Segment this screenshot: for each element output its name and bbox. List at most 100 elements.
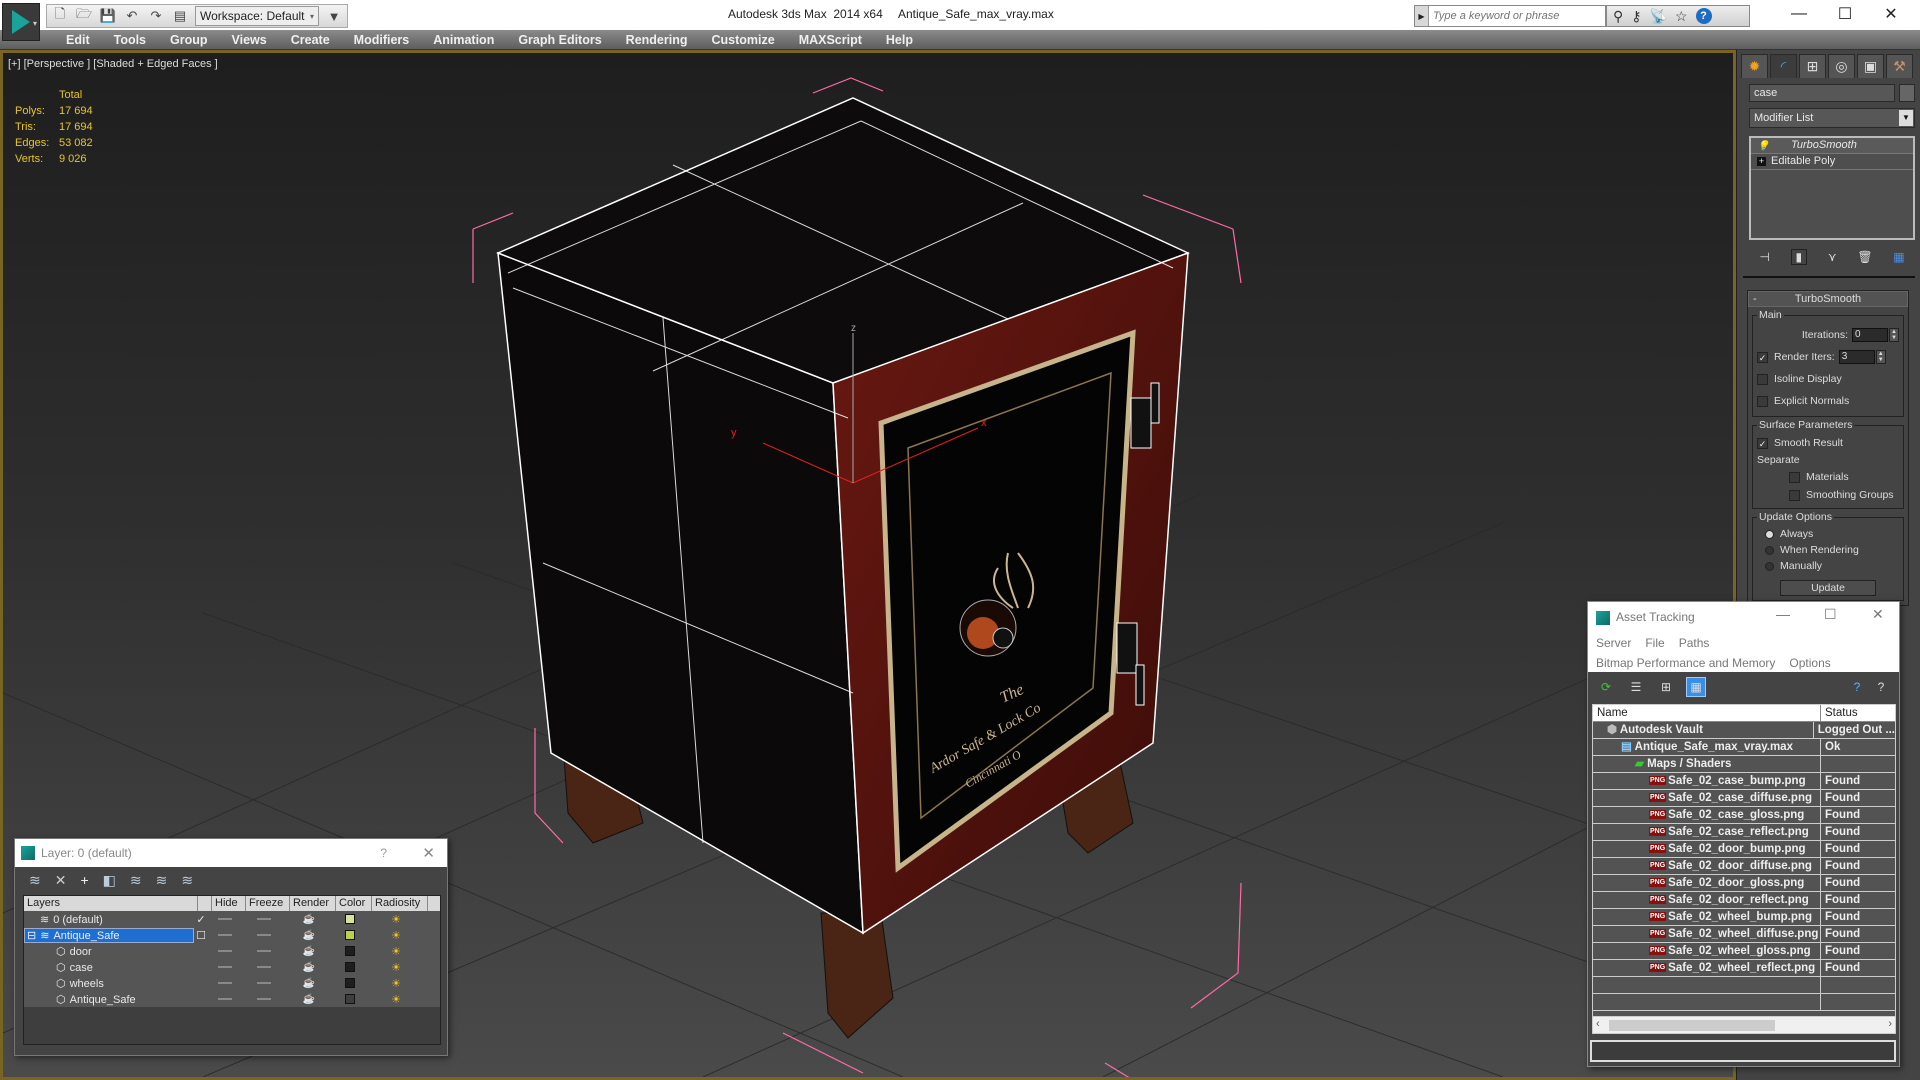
column-header[interactable]: Color — [336, 896, 372, 911]
layer-row[interactable]: ⬡ Antique_Safe ☕ ☀ — [24, 991, 440, 1007]
asset-row[interactable]: PNG Safe_02_wheel_gloss.png Found — [1593, 943, 1895, 960]
menu-maxscript[interactable]: MAXScript — [787, 32, 874, 48]
radiosity-toggle[interactable]: ☀ — [368, 977, 424, 990]
layer-row[interactable]: ⬡ door ☕ ☀ — [24, 943, 440, 959]
app-menu-button[interactable]: ▾ — [2, 3, 40, 41]
table-view-icon[interactable]: ▦ — [1686, 677, 1706, 697]
color-swatch[interactable] — [332, 913, 368, 925]
horizontal-scrollbar[interactable]: ‹ › — [1592, 1016, 1896, 1034]
stack-item-editable-poly[interactable]: + Editable Poly — [1751, 154, 1913, 170]
pin-stack-icon[interactable]: ⊣ — [1759, 250, 1769, 264]
hide-toggle[interactable] — [208, 993, 242, 1005]
layer-settings-icon[interactable]: ≋ — [181, 872, 193, 889]
asset-row[interactable]: PNG Safe_02_door_gloss.png Found — [1593, 875, 1895, 892]
maximize-button[interactable]: ☐ — [1822, 0, 1868, 28]
hide-toggle[interactable] — [208, 945, 242, 957]
tree-view-icon[interactable]: ⊞ — [1656, 677, 1676, 697]
always-radio[interactable] — [1765, 529, 1774, 539]
column-header[interactable]: Layers — [24, 896, 198, 911]
radiosity-toggle[interactable]: ☀ — [368, 961, 424, 974]
list-view-icon[interactable]: ☰ — [1626, 677, 1646, 697]
star-icon[interactable]: ☆ — [1675, 8, 1688, 25]
save-icon[interactable]: 💾 — [99, 7, 117, 25]
display-tab[interactable]: ▣ — [1857, 54, 1884, 78]
freeze-toggle[interactable] — [242, 929, 286, 941]
current-layer-toggle[interactable]: ☐ — [194, 929, 208, 942]
close-button[interactable]: ✕ — [422, 844, 435, 862]
customize-qat-icon[interactable]: ▼ — [325, 7, 343, 25]
select-objects-icon[interactable]: ◧ — [103, 872, 116, 889]
radiosity-toggle[interactable]: ☀ — [368, 945, 424, 958]
bulb-icon[interactable]: 💡 — [1757, 139, 1769, 154]
column-header-name[interactable]: Name — [1593, 705, 1821, 721]
render-iters-checkbox[interactable]: ✓ — [1757, 351, 1768, 363]
menu-create[interactable]: Create — [279, 32, 342, 48]
color-swatch[interactable] — [332, 929, 368, 941]
color-swatch[interactable] — [332, 945, 368, 957]
expand-search-icon[interactable]: ▶ — [1415, 6, 1429, 26]
layer-row[interactable]: ⊟ ≋ Antique_Safe ☐ ☕ ☀ — [24, 927, 440, 943]
render-toggle[interactable]: ☕ — [286, 961, 332, 973]
smooth-result-checkbox[interactable]: ✓ — [1757, 437, 1768, 449]
redo-icon[interactable]: ↷ — [147, 7, 165, 25]
manually-radio[interactable] — [1765, 561, 1774, 571]
menu-graph-editors[interactable]: Graph Editors — [506, 32, 613, 48]
layer-row[interactable]: ⬡ case ☕ ☀ — [24, 959, 440, 975]
menu-help[interactable]: Help — [874, 32, 925, 48]
new-file-icon[interactable]: 🗋 — [51, 6, 69, 25]
create-layer-icon[interactable]: ≋ — [29, 872, 41, 889]
layer-name-cell[interactable]: ⬡ door — [24, 945, 194, 958]
satellite-icon[interactable]: 📡 — [1650, 8, 1667, 25]
radiosity-toggle[interactable]: ☀ — [368, 929, 424, 942]
menu-paths[interactable]: Paths — [1679, 636, 1710, 650]
column-header[interactable]: Radiosity — [372, 896, 428, 911]
rollout-header[interactable]: - TurboSmooth — [1748, 291, 1908, 307]
add-to-layer-icon[interactable]: + — [80, 872, 88, 888]
menu-tools[interactable]: Tools — [102, 32, 158, 48]
column-header[interactable] — [198, 896, 212, 911]
viewport-label-menu[interactable]: [+] [Perspective ] [Shaded + Edged Faces… — [8, 58, 218, 70]
radiosity-toggle[interactable]: ☀ — [368, 913, 424, 926]
menu-rendering[interactable]: Rendering — [614, 32, 700, 48]
remove-modifier-icon[interactable]: 🗑 — [1857, 250, 1872, 264]
workspace-dropdown[interactable]: Workspace: Default ▾ — [195, 6, 319, 26]
layer-name-cell[interactable]: ⊟ ≋ Antique_Safe — [24, 927, 194, 943]
server-help-icon[interactable]: ? — [1847, 677, 1867, 697]
object-name-field[interactable]: case — [1749, 84, 1895, 102]
freeze-toggle[interactable] — [242, 961, 286, 973]
asset-row[interactable]: PNG Safe_02_case_diffuse.png Found — [1593, 790, 1895, 807]
layer-name-cell[interactable]: ⬡ Antique_Safe — [24, 993, 194, 1006]
asset-row[interactable]: PNG Safe_02_door_diffuse.png Found — [1593, 858, 1895, 875]
hierarchy-tab[interactable]: ⊞ — [1799, 54, 1826, 78]
column-header-status[interactable]: Status — [1821, 705, 1858, 721]
menu-server[interactable]: Server — [1596, 636, 1631, 650]
key-icon[interactable]: ⚷ — [1631, 8, 1641, 25]
menu-views[interactable]: Views — [220, 32, 279, 48]
maximize-button[interactable]: ☐ — [1824, 606, 1837, 623]
asset-row[interactable]: ▤ Antique_Safe_max_vray.max Ok — [1593, 739, 1895, 756]
when-rendering-radio[interactable] — [1765, 545, 1774, 555]
asset-row[interactable]: PNG Safe_02_case_bump.png Found — [1593, 773, 1895, 790]
search-input[interactable] — [1429, 10, 1599, 22]
asset-row[interactable]: PNG Safe_02_case_reflect.png Found — [1593, 824, 1895, 841]
project-folder-icon[interactable]: ▤ — [171, 7, 189, 25]
scroll-right-icon[interactable]: › — [1888, 1018, 1892, 1030]
highlight-layer-icon[interactable]: ≋ — [156, 872, 168, 889]
smoothing-groups-checkbox[interactable] — [1789, 489, 1800, 501]
undo-icon[interactable]: ↶ — [123, 7, 141, 25]
layer-name-cell[interactable]: ⬡ wheels — [24, 977, 194, 990]
color-swatch[interactable] — [332, 961, 368, 973]
layer-row[interactable]: ⬡ wheels ☕ ☀ — [24, 975, 440, 991]
close-button[interactable]: ✕ — [1872, 606, 1884, 623]
freeze-toggle[interactable] — [242, 993, 286, 1005]
menu-edit[interactable]: Edit — [54, 32, 102, 48]
minimize-button[interactable]: — — [1776, 606, 1790, 622]
collapse-icon[interactable]: ⊟ — [27, 930, 36, 942]
layer-row[interactable]: ≋ 0 (default) ✓ ☕ ☀ — [24, 911, 440, 927]
modify-tab[interactable]: ◜ — [1770, 54, 1797, 78]
asset-row[interactable]: PNG Safe_02_door_reflect.png Found — [1593, 892, 1895, 909]
update-button[interactable]: Update — [1780, 580, 1876, 596]
modifier-list-dropdown[interactable]: Modifier List ▼ — [1749, 108, 1915, 128]
hide-toggle[interactable] — [208, 961, 242, 973]
materials-checkbox[interactable] — [1789, 471, 1800, 483]
